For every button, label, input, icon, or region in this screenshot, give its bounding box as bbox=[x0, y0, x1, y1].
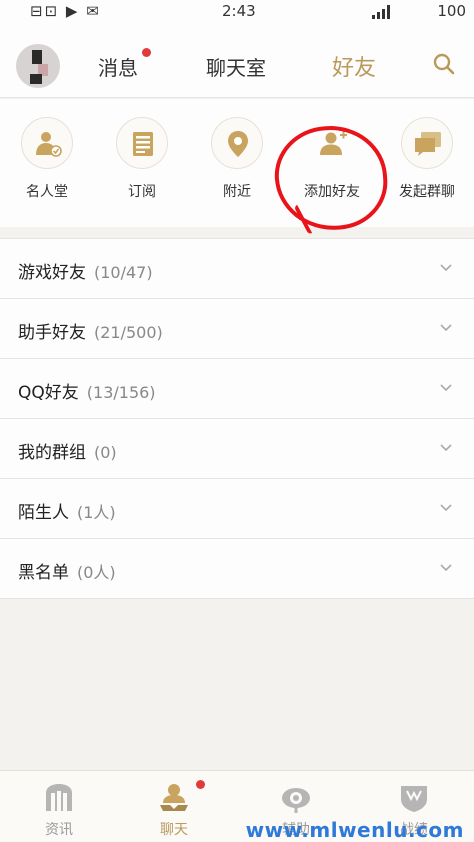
battery-level: 100 bbox=[437, 2, 466, 20]
news-icon bbox=[46, 784, 72, 811]
top-header: 消息 聊天室 好友 bbox=[0, 28, 474, 98]
group-count: (0人) bbox=[77, 563, 116, 582]
group-count: (0) bbox=[94, 443, 117, 462]
quick-label: 发起群聊 bbox=[399, 184, 455, 200]
avatar[interactable] bbox=[16, 44, 60, 88]
list-item[interactable]: QQ好友 (13/156) bbox=[0, 359, 474, 419]
group-name: QQ好友 bbox=[18, 383, 79, 403]
location-pin-icon bbox=[228, 131, 248, 157]
quick-actions: 名人堂 订阅 附近 添加好友 发起群聊 bbox=[0, 99, 474, 227]
friend-group-list: 游戏好友 (10/47) 助手好友 (21/500) QQ好友 (13/156) 我的… bbox=[0, 238, 474, 599]
tab-messages[interactable]: 消息 bbox=[98, 52, 138, 81]
chevron-down-icon bbox=[440, 444, 452, 452]
chevron-down-icon bbox=[440, 564, 452, 572]
list-item[interactable]: 我的群组 (0) bbox=[0, 419, 474, 479]
group-name: 助手好友 bbox=[18, 323, 86, 343]
search-icon[interactable] bbox=[432, 52, 456, 76]
quick-group-chat[interactable]: 发起群聊 bbox=[382, 117, 472, 201]
status-time: 2:43 bbox=[222, 2, 256, 20]
group-count: (21/500) bbox=[94, 323, 163, 342]
nav-news[interactable]: 资讯 bbox=[19, 781, 99, 839]
status-icons: ⊟⊡ ▶ ✉ bbox=[30, 2, 101, 20]
group-name: 我的群组 bbox=[18, 443, 86, 463]
tab-friends[interactable]: 好友 bbox=[332, 50, 376, 82]
nav-chat[interactable]: 聊天 bbox=[134, 781, 214, 839]
status-bar: ⊟⊡ ▶ ✉ 2:43 100 bbox=[0, 0, 474, 28]
watermark: www.mlwenlu.com bbox=[245, 818, 464, 842]
chat-icon bbox=[160, 784, 188, 811]
group-count: (1人) bbox=[77, 503, 116, 522]
quick-nearby[interactable]: 附近 bbox=[192, 117, 282, 201]
chevron-down-icon bbox=[440, 264, 452, 272]
messages-badge bbox=[142, 48, 151, 57]
chevron-down-icon bbox=[440, 384, 452, 392]
chat-badge bbox=[196, 780, 205, 789]
nav-label: 聊天 bbox=[160, 822, 188, 838]
quick-subscribe[interactable]: 订阅 bbox=[97, 117, 187, 201]
group-name: 黑名单 bbox=[18, 563, 69, 583]
signal-icon bbox=[372, 5, 390, 19]
group-count: (10/47) bbox=[94, 263, 153, 282]
group-count: (13/156) bbox=[86, 383, 156, 402]
tab-chatroom[interactable]: 聊天室 bbox=[206, 52, 266, 81]
chevron-down-icon bbox=[440, 324, 452, 332]
list-item[interactable]: 游戏好友 (10/47) bbox=[0, 239, 474, 299]
group-name: 游戏好友 bbox=[18, 263, 86, 283]
list-item[interactable]: 助手好友 (21/500) bbox=[0, 299, 474, 359]
quick-hall-of-fame[interactable]: 名人堂 bbox=[2, 117, 92, 201]
quick-label: 名人堂 bbox=[26, 184, 68, 200]
group-name: 陌生人 bbox=[18, 503, 69, 523]
quick-label: 订阅 bbox=[128, 184, 156, 200]
assist-icon bbox=[282, 788, 310, 813]
nav-label: 资讯 bbox=[45, 822, 73, 838]
subscribe-icon bbox=[133, 132, 153, 156]
chevron-down-icon bbox=[440, 504, 452, 512]
record-icon bbox=[401, 786, 427, 812]
hall-of-fame-icon bbox=[36, 132, 62, 157]
group-chat-icon bbox=[415, 132, 441, 156]
list-item[interactable]: 黑名单 (0人) bbox=[0, 539, 474, 599]
list-item[interactable]: 陌生人 (1人) bbox=[0, 479, 474, 539]
quick-label: 附近 bbox=[223, 184, 251, 200]
